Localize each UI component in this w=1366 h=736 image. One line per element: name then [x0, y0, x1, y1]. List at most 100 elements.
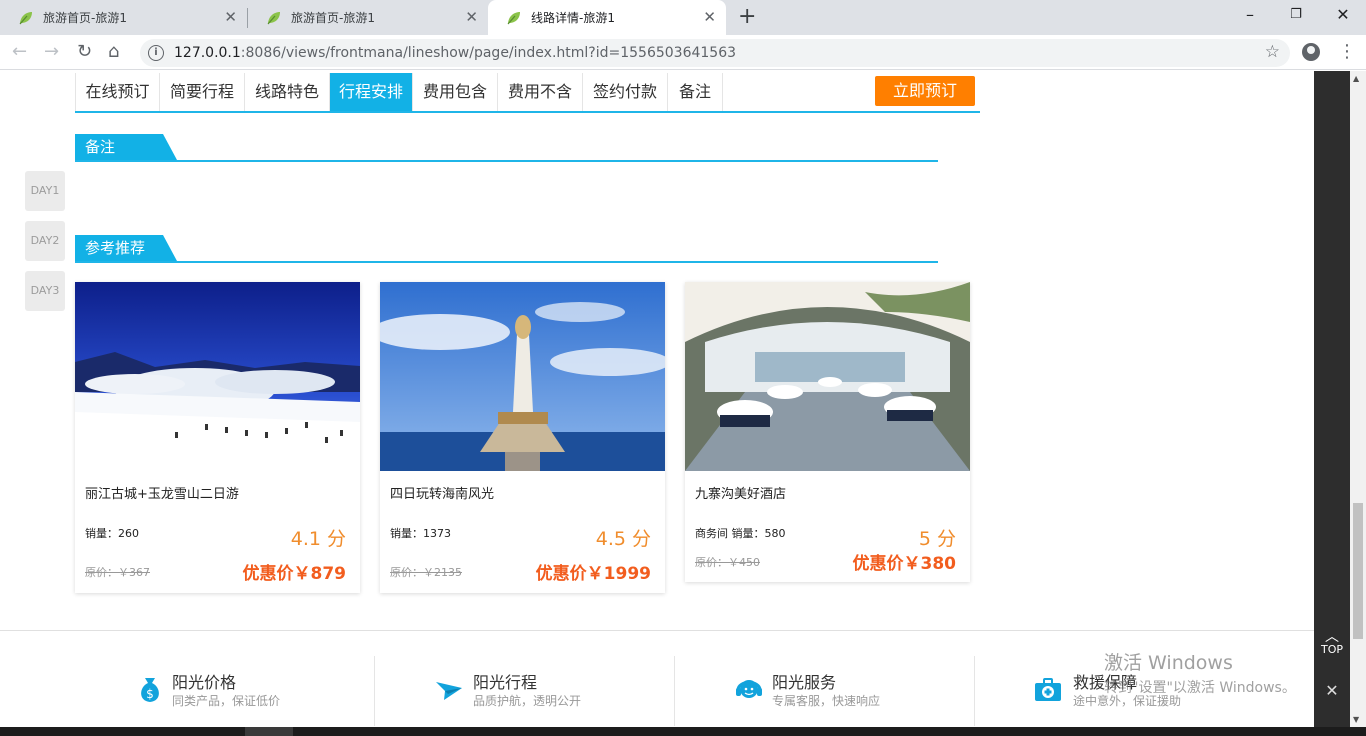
url-host: 127.0.0.1	[174, 45, 241, 61]
subnav-item-fees-included[interactable]: 费用包含	[413, 73, 498, 111]
card-title[interactable]: 四日玩转海南风光	[390, 483, 494, 502]
card-photo-hotel-restaurant[interactable]	[685, 282, 970, 471]
address-toolbar: ← → ↻ ⌂ i 127.0.0.1:8086/views/frontmana…	[0, 35, 1366, 70]
scrollbar-thumb[interactable]	[1353, 503, 1363, 639]
card-sales: 商务间 销量：580	[695, 527, 786, 540]
right-fixed-bar: ︿ TOP ✕	[1314, 71, 1350, 727]
close-icon[interactable]: ✕	[224, 9, 237, 25]
day-nav-day2[interactable]: DAY2	[25, 221, 65, 261]
card-deal-price: 优惠价￥380	[852, 554, 957, 574]
card-photo-snow-mountain[interactable]	[75, 282, 360, 471]
new-tab-button[interactable]: +	[738, 5, 756, 29]
card-original-price: 原价：￥450	[695, 556, 760, 569]
feature-title: 阳光价格	[172, 673, 237, 692]
browser-tab-2[interactable]: 旅游首页-旅游1 ✕	[248, 0, 488, 35]
feature-title: 阳光行程	[473, 673, 538, 692]
subnav-item-notes[interactable]: 备注	[668, 73, 723, 111]
chevron-up-icon: ︿	[1325, 629, 1339, 645]
tab-title: 旅游首页-旅游1	[291, 11, 375, 25]
scroll-up-icon[interactable]: ▲	[1353, 74, 1359, 83]
subnav-item-online-booking[interactable]: 在线预订	[75, 73, 160, 111]
scroll-down-icon[interactable]: ▼	[1353, 715, 1359, 724]
card-original-price: 原价：￥2135	[390, 566, 462, 579]
notes-section-header: 备注	[75, 134, 938, 162]
day-nav-day1[interactable]: DAY1	[25, 171, 65, 211]
minimize-button[interactable]: –	[1227, 4, 1273, 26]
route-subnav: 在线预订 简要行程 线路特色 行程安排 费用包含 费用不含 签约付款 备注 立即…	[75, 73, 980, 113]
close-icon[interactable]: ✕	[1314, 681, 1350, 700]
card-sales: 销量：1373	[390, 527, 451, 540]
feature-title: 阳光服务	[772, 673, 837, 692]
card-deal-price: 优惠价￥1999	[535, 564, 651, 584]
feature-sunshine-trip: 阳光行程 品质护航，透明公开	[374, 656, 674, 726]
tab-title: 旅游首页-旅游1	[43, 11, 127, 25]
card-photo-guanyin-statue[interactable]	[380, 282, 665, 471]
site-info-icon[interactable]: i	[148, 45, 164, 61]
bookmark-star-icon[interactable]: ☆	[1265, 42, 1280, 62]
subnav-item-fees-excluded[interactable]: 费用不含	[498, 73, 583, 111]
card-score: 4.5 分	[595, 528, 651, 550]
feature-separator	[374, 656, 375, 726]
feature-subtitle: 品质护航，透明公开	[473, 694, 582, 708]
card-title[interactable]: 九寨沟美好酒店	[695, 483, 786, 502]
card-deal-price: 优惠价￥879	[242, 564, 347, 584]
forward-icon[interactable]: →	[44, 41, 59, 63]
taskbar-app-button[interactable]	[245, 727, 293, 736]
section-title: 备注	[85, 138, 116, 156]
watermark-line2: 转到"设置"以激活 Windows。	[1104, 680, 1296, 696]
card-title[interactable]: 丽江古城+玉龙雪山二日游	[85, 483, 239, 502]
section-tag: 参考推荐	[75, 235, 177, 261]
card-sales: 销量：260	[85, 527, 139, 540]
day-nav-day3[interactable]: DAY3	[25, 271, 65, 311]
subnav-item-brief-itinerary[interactable]: 简要行程	[160, 73, 245, 111]
feature-subtitle: 专属客服，快速响应	[772, 694, 881, 708]
back-to-top-button[interactable]: ︿ TOP	[1314, 629, 1350, 656]
footer-divider	[0, 630, 1314, 631]
close-icon[interactable]: ✕	[465, 9, 478, 25]
top-label: TOP	[1320, 643, 1343, 656]
window-close-button[interactable]: ✕	[1320, 4, 1366, 26]
leaf-icon	[19, 11, 32, 24]
close-icon[interactable]: ✕	[703, 9, 716, 25]
book-now-button[interactable]: 立即预订	[875, 76, 975, 106]
tab-title: 线路详情-旅游1	[531, 11, 615, 25]
os-taskbar	[0, 727, 1366, 736]
section-title: 参考推荐	[85, 239, 146, 257]
feature-subtitle: 同类产品，保证低价	[172, 694, 281, 708]
maximize-button[interactable]: ❐	[1273, 4, 1319, 26]
back-icon[interactable]: ←	[12, 41, 27, 63]
address-bar[interactable]: i 127.0.0.1:8086/views/frontmana/linesho…	[140, 39, 1290, 67]
paper-plane-icon	[436, 682, 462, 700]
windows-activation-watermark: 激活 Windows 转到"设置"以激活 Windows。	[1104, 648, 1296, 697]
recommend-card[interactable]: 九寨沟美好酒店 商务间 销量：580 5 分 原价：￥450 优惠价￥380	[685, 282, 970, 582]
card-score: 5 分	[918, 528, 956, 550]
headset-support-icon	[736, 680, 762, 698]
section-tag: 备注	[75, 134, 177, 160]
account-icon[interactable]	[1302, 43, 1320, 61]
svg-text:$: $	[146, 687, 154, 701]
feature-sunshine-service: 阳光服务 专属客服，快速响应	[674, 656, 974, 726]
watermark-line1: 激活 Windows	[1104, 652, 1233, 674]
feature-separator	[674, 656, 675, 726]
page-scrollbar[interactable]: ▲ ▼	[1350, 71, 1366, 727]
subnav-item-contract-payment[interactable]: 签约付款	[583, 73, 668, 111]
browser-tab-strip: 旅游首页-旅游1 ✕ 旅游首页-旅游1 ✕ 线路详情-旅游1 ✕ + – ❐ ✕	[0, 0, 1366, 35]
subnav-item-schedule[interactable]: 行程安排	[330, 73, 413, 111]
card-original-price: 原价：￥367	[85, 566, 150, 579]
url-text: 127.0.0.1:8086/views/frontmana/lineshow/…	[174, 45, 736, 61]
leaf-icon	[507, 11, 520, 24]
home-icon[interactable]: ⌂	[108, 41, 119, 63]
browser-tab-active[interactable]: 线路详情-旅游1 ✕	[488, 0, 726, 35]
menu-dots-icon[interactable]: ⋮	[1338, 41, 1356, 63]
reload-icon[interactable]: ↻	[77, 41, 92, 63]
recommend-card[interactable]: 四日玩转海南风光 销量：1373 4.5 分 原价：￥2135 优惠价￥1999	[380, 282, 665, 593]
recommend-card[interactable]: 丽江古城+玉龙雪山二日游 销量：260 4.1 分 原价：￥367 优惠价￥87…	[75, 282, 360, 593]
feature-separator	[974, 656, 975, 726]
page-viewport: 在线预订 简要行程 线路特色 行程安排 费用包含 费用不含 签约付款 备注 立即…	[0, 71, 1350, 727]
subnav-item-route-features[interactable]: 线路特色	[245, 73, 330, 111]
url-path: :8086/views/frontmana/lineshow/page/inde…	[240, 45, 737, 61]
recommend-section-header: 参考推荐	[75, 235, 938, 263]
first-aid-kit-icon	[1035, 678, 1061, 701]
browser-tab-1[interactable]: 旅游首页-旅游1 ✕	[0, 0, 247, 35]
money-bag-icon: $	[141, 678, 159, 702]
